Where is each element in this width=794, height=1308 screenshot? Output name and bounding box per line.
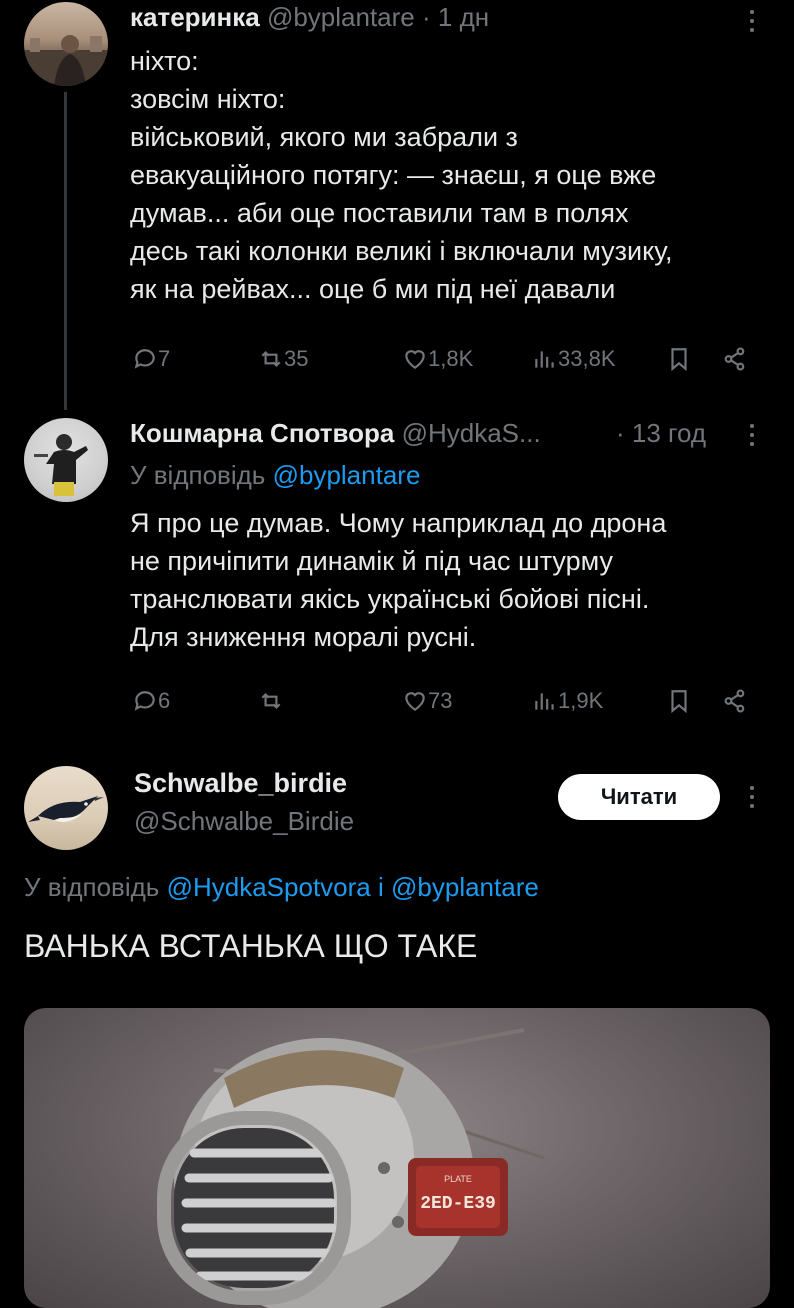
reply-icon — [134, 349, 155, 369]
share-icon — [724, 347, 745, 371]
author-name[interactable]: катеринка — [130, 2, 260, 32]
avatar-image — [34, 434, 88, 496]
retweet-count: 35 — [284, 346, 309, 371]
views-icon — [535, 351, 554, 368]
tweet-text: ніхто: зовсім ніхто: військовий, якого м… — [130, 46, 673, 304]
author-handle[interactable]: @Schwalbe_Birdie — [134, 806, 354, 837]
bookmark-icon — [671, 690, 687, 714]
plate-label-main: 2ED-E39 — [420, 1194, 496, 1214]
reply-prefix: У відповідь — [24, 872, 160, 902]
like-icon — [405, 350, 425, 369]
share-button[interactable] — [722, 688, 748, 714]
like-button[interactable]: 73 — [402, 688, 452, 714]
author-handle[interactable]: @HydkaS... — [402, 418, 541, 448]
share-icon — [724, 689, 745, 713]
retweet-button[interactable]: 35 — [258, 346, 308, 372]
bookmark-button[interactable] — [666, 346, 692, 372]
reply-context: У відповідь @byplantare — [130, 460, 420, 491]
views-count: 33,8K — [558, 346, 616, 371]
follow-button[interactable]: Читати — [558, 774, 720, 820]
avatar[interactable] — [24, 418, 108, 502]
like-count: 1,8K — [428, 346, 474, 371]
views-icon — [535, 693, 554, 710]
tweet-text: Я про це думав. Чому наприклад до дрона … — [130, 508, 667, 652]
thread-line — [64, 92, 67, 410]
reply-mention[interactable]: @HydkaSpotvora — [167, 872, 371, 902]
share-button[interactable] — [722, 346, 748, 372]
tweet-header: Кошмарна Спотвора @HydkaS... — [130, 418, 541, 449]
reply-context: У відповідь @HydkaSpotvora і @byplantare — [24, 872, 539, 903]
author-name[interactable]: Кошмарна Спотвора — [130, 418, 394, 448]
more-icon[interactable] — [750, 786, 756, 808]
reply-mention[interactable]: @byplantare — [273, 460, 421, 490]
reply-count: 6 — [158, 688, 171, 713]
tweet-time[interactable]: · 1 дн — [422, 2, 489, 32]
views-button[interactable]: 33,8K — [532, 346, 616, 372]
more-icon[interactable] — [750, 424, 756, 446]
reply-button[interactable]: 7 — [132, 346, 170, 372]
views-button[interactable]: 1,9K — [532, 688, 603, 714]
avatar[interactable] — [24, 766, 108, 850]
reply-mention[interactable]: @byplantare — [391, 872, 539, 902]
avatar-image — [24, 35, 108, 86]
reply-icon — [134, 691, 155, 711]
retweet-icon — [261, 350, 281, 368]
tweet-text: ВАНЬКА ВСТАНЬКА ЩО ТАКЕ — [24, 928, 478, 964]
reply-count: 7 — [158, 346, 171, 371]
retweet-button[interactable] — [258, 688, 284, 714]
author-name[interactable]: Schwalbe_birdie — [134, 768, 347, 799]
views-count: 1,9K — [558, 688, 604, 713]
like-count: 73 — [428, 688, 453, 713]
retweet-icon — [261, 692, 281, 710]
reply-button[interactable]: 6 — [132, 688, 170, 714]
tweet-time[interactable]: · 13 год — [616, 418, 706, 449]
reply-prefix: У відповідь — [130, 460, 266, 490]
bookmark-icon — [671, 348, 687, 372]
like-icon — [405, 692, 425, 711]
robot-image: PLATE 2ED-E39 — [157, 1028, 545, 1308]
author-handle[interactable]: @byplantare — [267, 2, 415, 32]
avatar[interactable] — [24, 2, 108, 86]
more-icon[interactable] — [750, 10, 756, 32]
avatar-image — [28, 796, 104, 822]
bookmark-button[interactable] — [666, 688, 692, 714]
like-button[interactable]: 1,8K — [402, 346, 473, 372]
plate-label-top: PLATE — [444, 1174, 472, 1184]
reply-join: і — [377, 872, 384, 902]
tweet-media-image[interactable]: PLATE 2ED-E39 — [24, 1008, 770, 1308]
tweet-header: катеринка @byplantare · 1 дн — [130, 2, 489, 33]
